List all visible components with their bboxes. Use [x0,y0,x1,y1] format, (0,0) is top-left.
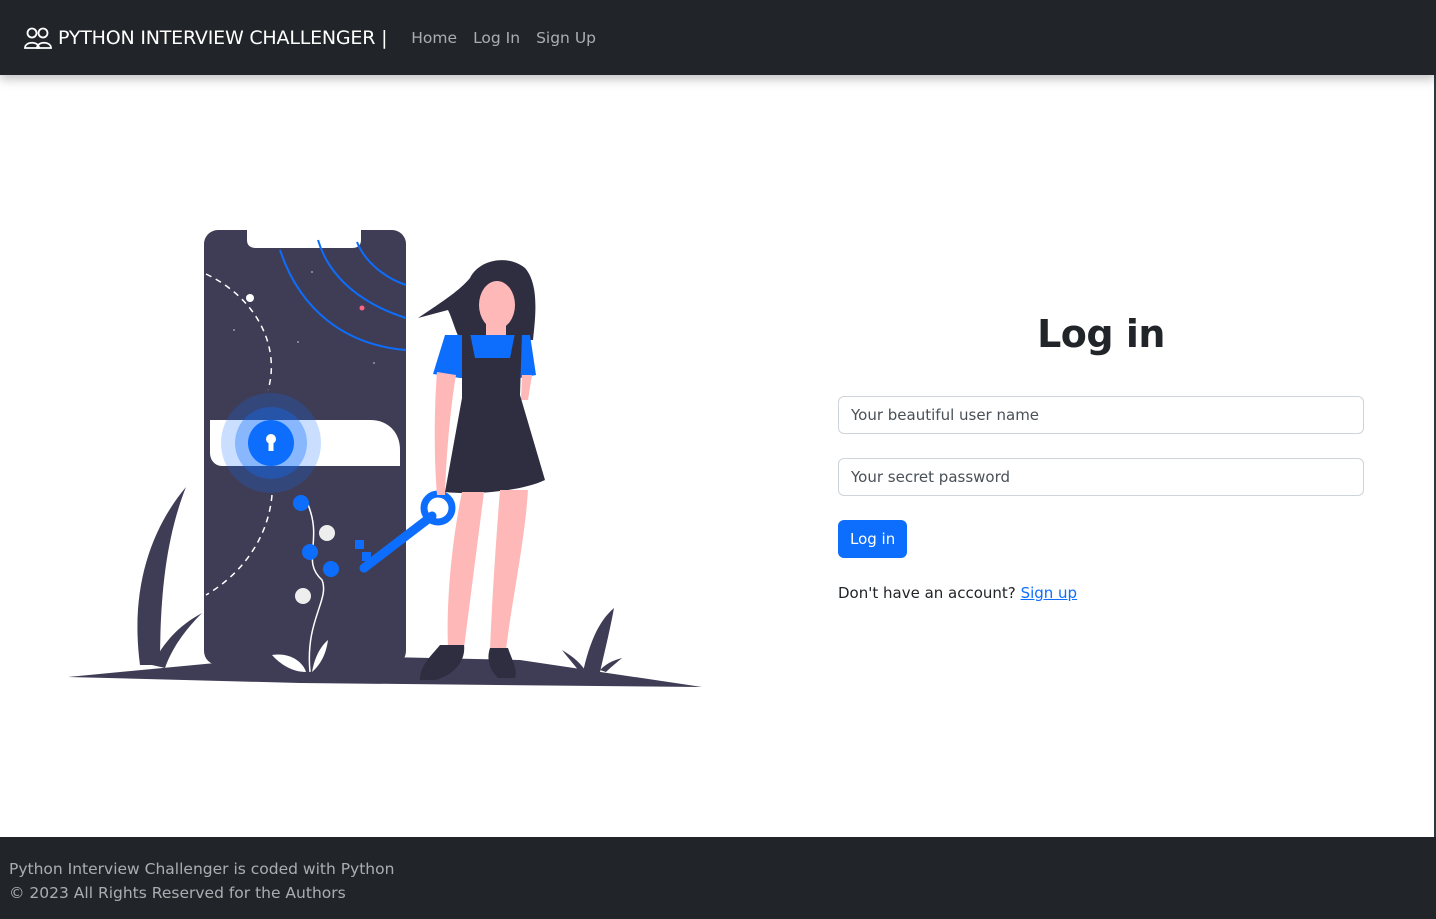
brand-link[interactable]: PYTHON INTERVIEW CHALLENGER | [24,27,387,49]
navbar: PYTHON INTERVIEW CHALLENGER | Home Log I… [0,0,1436,75]
footer-line-1: Python Interview Challenger is coded wit… [9,860,395,878]
username-input[interactable] [838,396,1364,434]
nav-link-home[interactable]: Home [403,29,465,47]
footer-line-2: © 2023 All Rights Reserved for the Autho… [9,884,346,902]
login-button[interactable]: Log in [838,520,908,558]
signup-link[interactable]: Sign up [1021,584,1078,602]
people-icon [24,27,52,49]
footer: Python Interview Challenger is coded wit… [0,837,1436,919]
login-form: Log in Log in Don't have an account? Sig… [838,300,1364,602]
nav-link-signup[interactable]: Sign Up [528,29,604,47]
brand-title: PYTHON INTERVIEW CHALLENGER | [58,26,388,49]
login-illustration [68,230,702,687]
signup-prompt: Don't have an account? Sign up [838,584,1364,602]
phone-notch [247,230,361,248]
page-title: Log in [1037,312,1165,356]
nav-links: Home Log In Sign Up [403,29,604,47]
signup-prompt-text: Don't have an account? [838,584,1016,602]
password-input[interactable] [838,458,1364,496]
nav-link-login[interactable]: Log In [465,29,528,47]
